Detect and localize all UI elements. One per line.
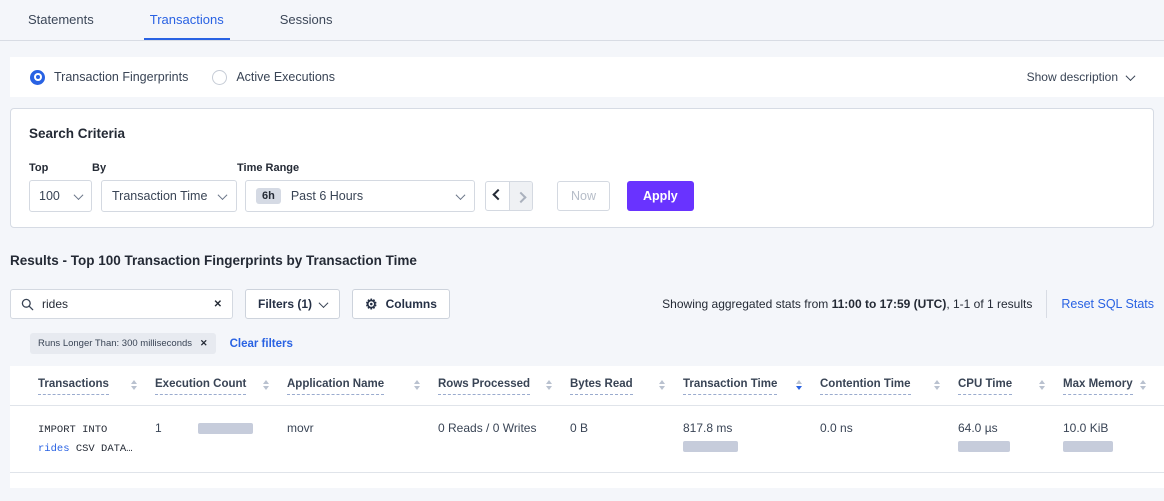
search-match-highlight: rides: [38, 443, 70, 455]
column-header-transaction-time[interactable]: Transaction Time: [683, 378, 820, 395]
rows-processed-cell: 0 Reads / 0 Writes: [438, 421, 570, 472]
sort-icon[interactable]: [1039, 380, 1045, 390]
radio-label: Transaction Fingerprints: [54, 70, 188, 84]
show-description-label: Show description: [1027, 70, 1118, 84]
table-row: IMPORT INTO rides CSV DATA… 1 movr 0 Rea…: [10, 406, 1164, 473]
now-button[interactable]: Now: [557, 181, 610, 211]
view-radio-group: Transaction Fingerprints Active Executio…: [30, 70, 335, 85]
sort-icon[interactable]: [659, 380, 665, 390]
max-memory-cell: 10.0 KiB: [1063, 421, 1164, 472]
chevron-down-icon: [1126, 71, 1136, 81]
chevron-right-icon: [515, 192, 526, 203]
execution-count-cell: 1: [155, 421, 287, 472]
reset-sql-stats-link[interactable]: Reset SQL Stats: [1061, 297, 1154, 311]
tab-sessions[interactable]: Sessions: [274, 0, 339, 40]
top-select-value: 100: [39, 189, 60, 203]
max-memory-bar: [1063, 441, 1113, 452]
sort-icon[interactable]: [1140, 380, 1146, 390]
sort-icon[interactable]: [414, 380, 420, 390]
sort-icon[interactable]: [934, 380, 940, 390]
active-filters-row: Runs Longer Than: 300 milliseconds ✕ Cle…: [30, 333, 1164, 354]
results-heading: Results - Top 100 Transaction Fingerprin…: [10, 253, 1164, 268]
execution-count-bar: [198, 423, 253, 434]
column-header-bytes-read[interactable]: Bytes Read: [570, 378, 683, 395]
aggregated-stats-text: Showing aggregated stats from 11:00 to 1…: [662, 297, 1032, 311]
chevron-down-icon: [319, 298, 329, 308]
clear-search-icon[interactable]: ✕: [214, 299, 222, 310]
stats-time-window: 11:00 to 17:59 (UTC): [832, 297, 947, 311]
radio-transaction-fingerprints[interactable]: Transaction Fingerprints: [30, 70, 188, 85]
cpu-time-bar: [958, 441, 1010, 452]
clear-filters-link[interactable]: Clear filters: [230, 338, 293, 350]
column-header-cpu-time[interactable]: CPU Time: [958, 378, 1063, 395]
tab-statements[interactable]: Statements: [22, 0, 100, 40]
column-header-application-name[interactable]: Application Name: [287, 378, 438, 395]
filter-chip-label: Runs Longer Than: 300 milliseconds: [38, 338, 192, 349]
chevron-down-icon: [456, 190, 466, 200]
remove-filter-icon[interactable]: ✕: [200, 338, 208, 349]
contention-time-cell: 0.0 ns: [820, 421, 958, 472]
by-label: By: [92, 162, 237, 174]
view-toggle-bar: Transaction Fingerprints Active Executio…: [10, 57, 1164, 97]
results-toolbar: ✕ Filters (1) ⚙ Columns Showing aggregat…: [10, 289, 1154, 319]
gear-icon: ⚙: [365, 297, 378, 311]
search-input[interactable]: [42, 297, 206, 311]
filters-button-label: Filters (1): [258, 297, 312, 311]
top-label: Top: [29, 162, 92, 174]
sort-icon-active[interactable]: [796, 380, 802, 390]
time-window-arrows: [485, 181, 533, 211]
search-criteria-title: Search Criteria: [29, 126, 1135, 142]
vertical-divider: [1046, 290, 1047, 318]
by-select[interactable]: Transaction Time: [101, 180, 237, 212]
search-criteria-panel: Search Criteria Top 100 By Transaction T…: [10, 108, 1154, 228]
time-range-badge: 6h: [256, 188, 281, 204]
top-select[interactable]: 100: [29, 180, 92, 212]
radio-unselected-icon: [212, 70, 227, 85]
table-header-row: Transactions Execution Count Application…: [10, 366, 1164, 406]
column-header-contention-time[interactable]: Contention Time: [820, 378, 958, 395]
tab-transactions[interactable]: Transactions: [144, 0, 230, 40]
column-header-rows-processed[interactable]: Rows Processed: [438, 378, 570, 395]
chevron-down-icon: [74, 190, 84, 200]
columns-button-label: Columns: [386, 297, 437, 311]
time-range-value: Past 6 Hours: [291, 189, 447, 203]
sort-icon[interactable]: [263, 380, 269, 390]
time-range-label: Time Range: [237, 162, 475, 174]
radio-active-executions[interactable]: Active Executions: [212, 70, 335, 85]
cpu-time-cell: 64.0 µs: [958, 421, 1063, 472]
filters-button[interactable]: Filters (1): [245, 289, 340, 319]
show-description-toggle[interactable]: Show description: [1027, 70, 1134, 84]
column-header-max-memory[interactable]: Max Memory: [1063, 378, 1164, 395]
column-header-transactions[interactable]: Transactions: [38, 378, 155, 395]
apply-button[interactable]: Apply: [627, 181, 694, 211]
columns-button[interactable]: ⚙ Columns: [352, 289, 450, 319]
results-table: Transactions Execution Count Application…: [10, 366, 1164, 488]
sort-icon[interactable]: [131, 380, 137, 390]
time-prev-button[interactable]: [486, 182, 509, 210]
transaction-time-cell: 817.8 ms: [683, 421, 820, 472]
radio-selected-icon: [30, 70, 45, 85]
filter-chip: Runs Longer Than: 300 milliseconds ✕: [30, 333, 216, 354]
sort-icon[interactable]: [546, 380, 552, 390]
chevron-left-icon: [492, 189, 503, 200]
chevron-down-icon: [218, 190, 228, 200]
bytes-read-cell: 0 B: [570, 421, 683, 472]
search-icon: [21, 298, 34, 311]
radio-label: Active Executions: [236, 70, 335, 84]
page-tabs: Statements Transactions Sessions: [0, 0, 1164, 41]
time-next-button[interactable]: [509, 182, 532, 210]
search-input-wrapper: ✕: [10, 289, 233, 319]
by-select-value: Transaction Time: [112, 189, 207, 203]
transaction-time-bar: [683, 441, 738, 452]
column-header-execution-count[interactable]: Execution Count: [155, 378, 287, 395]
transaction-fingerprint-link[interactable]: IMPORT INTO rides CSV DATA…: [38, 421, 155, 472]
time-range-select[interactable]: 6h Past 6 Hours: [245, 180, 475, 212]
application-name-cell: movr: [287, 421, 438, 472]
